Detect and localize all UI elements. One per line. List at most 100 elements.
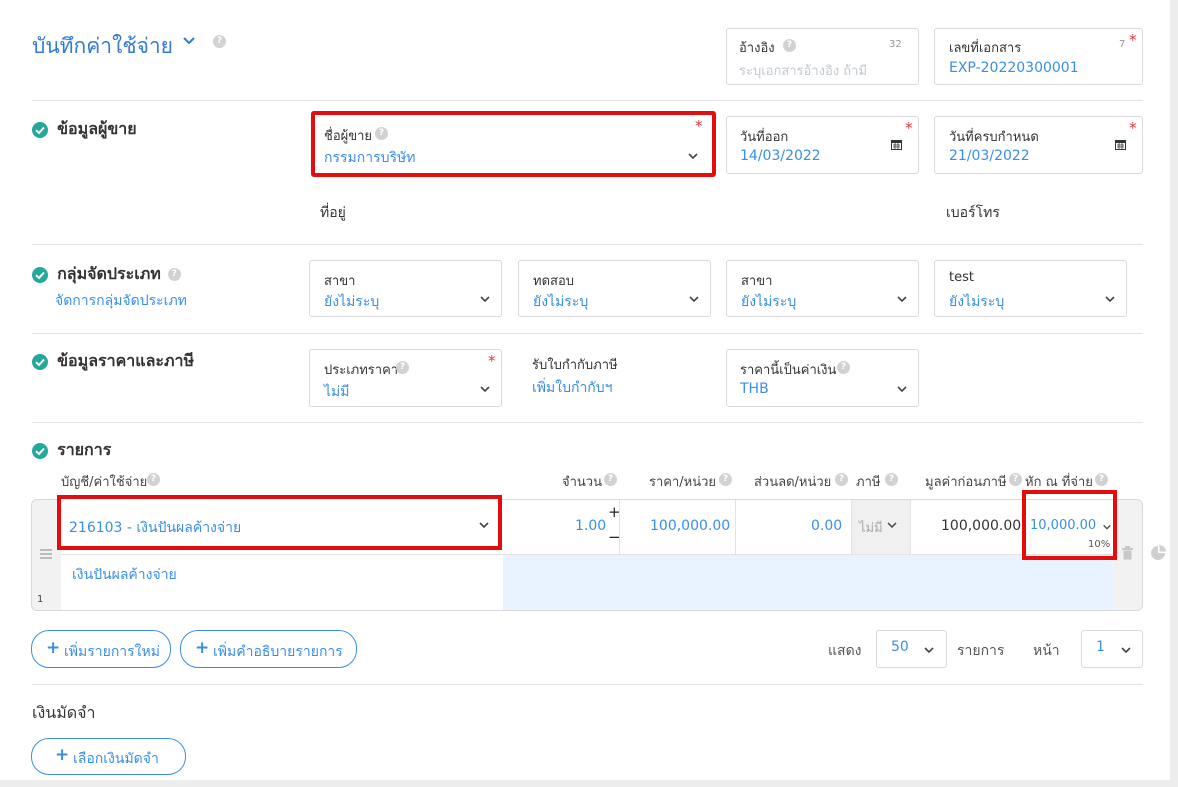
currency-value: THB	[740, 381, 769, 397]
help-icon[interactable]: ?	[885, 473, 898, 486]
calendar-icon[interactable]	[891, 140, 902, 150]
select-deposit-button[interactable]: + เลือกเงินมัดจำ	[31, 738, 186, 775]
category-select-4[interactable]: test ยังไม่ระบุ	[934, 260, 1127, 317]
plus-icon: +	[46, 638, 61, 658]
currency-select[interactable]: ราคานี้เป็นค่าเงิน ? THB	[726, 349, 919, 407]
check-circle-icon	[32, 442, 48, 459]
scrollbar-track[interactable]	[1170, 0, 1178, 787]
bottom-border	[0, 780, 1178, 787]
check-circle-icon	[32, 353, 48, 370]
chevron-down-icon	[897, 386, 907, 393]
qty-value[interactable]: 1.00	[575, 518, 606, 534]
category-label: test	[949, 270, 974, 285]
price-value[interactable]: 100,000.00	[650, 518, 730, 534]
price-type-select[interactable]: ประเภทราคา ? * ไม่มี	[309, 349, 502, 407]
wht-rate: 10%	[1088, 539, 1111, 550]
pie-chart-icon[interactable]	[1150, 545, 1166, 561]
chevron-down-icon[interactable]	[182, 34, 196, 48]
category-select-2[interactable]: ทดสอบ ยังไม่ระบุ	[518, 260, 711, 317]
issue-date-value: 14/03/2022	[740, 148, 821, 164]
add-tax-invoice-link[interactable]: เพิ่มใบกำกับฯ	[532, 377, 613, 399]
add-item-button[interactable]: + เพิ่มรายการใหม่	[31, 630, 171, 668]
divider	[32, 100, 1143, 101]
help-icon[interactable]: ?	[167, 268, 181, 281]
char-count: 32	[889, 39, 902, 50]
divider	[32, 244, 1143, 245]
help-icon[interactable]: ?	[604, 473, 617, 486]
vendor-name-value: กรรมการบริษัท	[324, 150, 416, 166]
vendor-name-select[interactable]: ชื่อผู้ขาย ? * กรรมการบริษัท	[311, 111, 716, 177]
required-marker: *	[905, 119, 913, 137]
qty-decrement-button[interactable]: −	[608, 528, 621, 546]
help-icon[interactable]: ?	[719, 473, 732, 486]
section-title: กลุ่มจัดประเภท	[57, 264, 161, 283]
qty-increment-button[interactable]: +	[608, 503, 621, 521]
due-date-value: 21/03/2022	[949, 148, 1030, 164]
help-icon[interactable]: ?	[396, 361, 409, 374]
col-header-wht: หัก ณ ที่จ่าย	[1025, 475, 1093, 490]
show-label: แสดง	[828, 643, 862, 659]
issue-date-field[interactable]: วันที่ออก * 14/03/2022	[726, 116, 919, 174]
chevron-down-icon	[1121, 647, 1131, 654]
chevron-down-icon	[1103, 524, 1111, 530]
vendor-name-label: ชื่อผู้ขาย	[324, 129, 373, 144]
row-divider	[61, 554, 1113, 555]
reference-field[interactable]: อ้างอิง ? 32 ระบุเอกสารอ้างอิง ถ้ามี	[726, 28, 919, 85]
vendor-section-header: ข้อมูลผู้ขาย	[32, 117, 137, 142]
doc-number-value: EXP-20220300001	[949, 60, 1079, 76]
page-title[interactable]: บันทึกค่าใช้จ่าย	[32, 30, 173, 63]
tax-value: ไม่มี	[859, 521, 883, 536]
category-select-1[interactable]: สาขา ยังไม่ระบุ	[309, 260, 502, 317]
drag-handle-icon[interactable]	[40, 549, 52, 559]
page-select[interactable]: 1	[1081, 630, 1143, 668]
select-deposit-label: เลือกเงินมัดจำ	[73, 751, 159, 767]
category-value: ยังไม่ระบุ	[533, 294, 589, 310]
add-description-label: เพิ่มคำอธิบายรายการ	[213, 644, 343, 660]
col-header-qty: จำนวน	[562, 475, 602, 490]
add-description-button[interactable]: + เพิ่มคำอธิบายรายการ	[180, 630, 357, 668]
category-select-3[interactable]: สาขา ยังไม่ระบุ	[726, 260, 919, 317]
help-icon[interactable]: ?	[835, 473, 848, 486]
account-select[interactable]: 216103 - เงินปันผลค้างจ่าย	[57, 495, 502, 550]
trash-icon[interactable]	[1121, 546, 1134, 560]
col-header-tax: ภาษี	[856, 475, 881, 490]
section-title: เงินมัดจำ	[32, 703, 96, 722]
issue-date-label: วันที่ออก	[740, 130, 789, 145]
category-value: ยังไม่ระบุ	[324, 294, 380, 310]
help-icon[interactable]: ?	[213, 35, 226, 48]
help-icon[interactable]: ?	[1009, 473, 1022, 486]
section-title: ข้อมูลผู้ขาย	[57, 119, 137, 138]
chevron-down-icon	[689, 296, 699, 303]
chevron-down-icon	[479, 522, 489, 529]
chevron-down-icon	[887, 522, 897, 529]
chevron-down-icon	[1105, 296, 1115, 303]
chevron-down-icon	[480, 296, 490, 303]
help-icon[interactable]: ?	[147, 473, 160, 486]
help-icon[interactable]: ?	[1095, 473, 1108, 486]
account-value: 216103 - เงินปันผลค้างจ่าย	[69, 520, 242, 536]
doc-number-label: เลขที่เอกสาร	[949, 41, 1022, 56]
cell-divider	[910, 500, 911, 555]
char-count: 7	[1119, 39, 1126, 50]
section-title: รายการ	[57, 440, 112, 459]
page-label: หน้า	[1033, 643, 1060, 659]
discount-value[interactable]: 0.00	[811, 518, 842, 534]
item-description[interactable]: เงินปันผลค้างจ่าย	[72, 564, 177, 586]
check-circle-icon	[32, 266, 48, 283]
chevron-down-icon	[897, 296, 907, 303]
wht-value: 10,000.00	[1030, 518, 1097, 533]
address-label: ที่อยู่	[320, 205, 346, 221]
manage-category-link[interactable]: จัดการกลุ่มจัดประเภท	[55, 290, 187, 312]
add-item-label: เพิ่มรายการใหม่	[64, 644, 160, 660]
calendar-icon[interactable]	[1115, 140, 1126, 150]
wht-select[interactable]: 10,000.00 10%	[1022, 490, 1117, 560]
page-size-select[interactable]: 50	[876, 630, 947, 668]
help-icon[interactable]: ?	[837, 361, 850, 374]
chevron-down-icon	[688, 153, 698, 160]
doc-number-field[interactable]: เลขที่เอกสาร 7 * EXP-20220300001	[934, 28, 1143, 85]
category-section-header: กลุ่มจัดประเภท ?	[32, 262, 181, 287]
due-date-field[interactable]: วันที่ครบกำหนด * 21/03/2022	[934, 116, 1143, 174]
help-icon[interactable]: ?	[783, 39, 796, 52]
help-icon[interactable]: ?	[375, 127, 388, 140]
phone-label: เบอร์โทร	[946, 205, 1000, 221]
